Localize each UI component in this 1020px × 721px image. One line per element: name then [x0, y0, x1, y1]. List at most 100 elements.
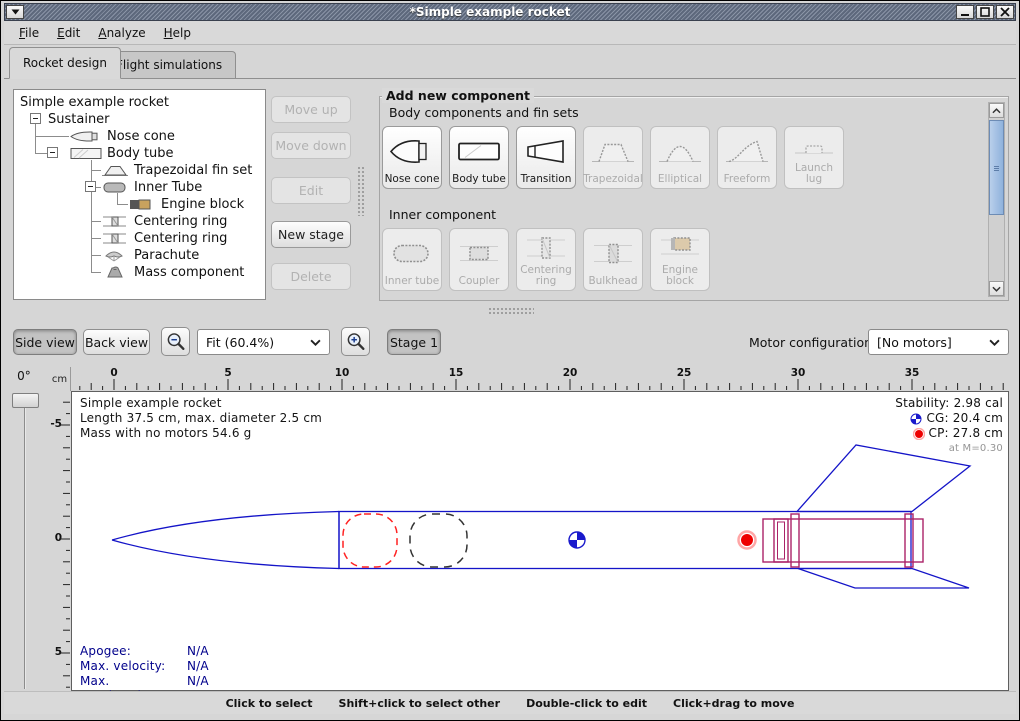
cg-legend-icon — [910, 413, 922, 425]
h-ruler-ticks — [71, 367, 1009, 391]
back-view-label: Back view — [85, 335, 148, 350]
fin-lower-shape[interactable] — [798, 569, 969, 589]
component-tree[interactable]: Simple example rocket Sustainer Nose con… — [13, 89, 266, 300]
zoom-in-button[interactable] — [341, 327, 370, 356]
tree-item-body-tube[interactable]: Body tube — [70, 145, 174, 162]
rocket-view-canvas[interactable]: Simple example rocket Length 37.5 cm, ma… — [71, 391, 1009, 691]
body-tube-icon — [70, 147, 104, 160]
add-freeform-fin-button[interactable]: Freeform — [717, 126, 777, 189]
button-label: Launch lug — [786, 163, 842, 185]
expander-sustainer[interactable] — [30, 113, 41, 124]
engine-block-icon — [657, 231, 703, 265]
tree-item-parachute[interactable]: Parachute — [102, 247, 199, 264]
add-nose-cone-button[interactable]: Nose cone — [382, 126, 442, 189]
tree-item-centering-ring-2[interactable]: Centering ring — [102, 230, 227, 247]
add-engine-block-button[interactable]: Engine block — [650, 228, 710, 291]
tab-rocket-design[interactable]: Rocket design — [9, 47, 121, 79]
tree-item-nose-cone[interactable]: Nose cone — [70, 128, 175, 145]
button-label: Inner tube — [385, 276, 439, 287]
move-down-label: Move down — [275, 138, 346, 153]
parachute-shape[interactable] — [343, 514, 397, 567]
side-view-button[interactable]: Side view — [13, 329, 77, 355]
scroll-down-button[interactable] — [989, 281, 1004, 296]
inner-tube-icon — [102, 181, 128, 194]
zoom-out-button[interactable] — [161, 327, 190, 356]
centering-ring-shape[interactable] — [791, 514, 799, 567]
scrollbar-thumb[interactable] — [989, 120, 1004, 215]
menu-help[interactable]: Help — [155, 23, 200, 43]
menu-edit[interactable]: Edit — [48, 23, 89, 43]
new-stage-button[interactable]: New stage — [271, 221, 351, 248]
tree-item-rocket[interactable]: Simple example rocket — [20, 94, 169, 111]
status-hint: Double-click to edit — [526, 697, 647, 710]
tab-flight-simulations[interactable]: Flight simulations — [102, 51, 236, 78]
add-trapezoidal-fin-button[interactable]: Trapezoidal — [583, 126, 643, 189]
add-centering-ring-button[interactable]: Centering ring — [516, 228, 576, 291]
tree-connector — [117, 204, 128, 205]
vertical-splitter-handle[interactable] — [357, 166, 365, 216]
tree-item-centering-ring-1[interactable]: Centering ring — [102, 213, 227, 230]
add-elliptical-fin-button[interactable]: Elliptical — [650, 126, 710, 189]
add-body-tube-button[interactable]: Body tube — [449, 126, 509, 189]
window-title: *Simple example rocket — [25, 5, 955, 19]
ruler-unit: cm — [49, 367, 71, 391]
expander-body-tube[interactable] — [47, 147, 58, 158]
minimize-icon — [960, 7, 970, 17]
max-velocity-label: Max. velocity: — [80, 659, 187, 674]
menu-file[interactable]: File — [10, 23, 48, 43]
nose-cone-shape[interactable] — [112, 512, 339, 569]
expander-inner-tube[interactable] — [85, 181, 96, 192]
tree-item-label: Centering ring — [134, 214, 227, 229]
add-transition-button[interactable]: Transition — [516, 126, 576, 189]
motor-configuration-select[interactable]: [No motors] — [868, 329, 1009, 355]
horizontal-splitter-handle[interactable] — [488, 307, 534, 316]
add-coupler-button[interactable]: Coupler — [449, 228, 509, 291]
tree-item-label: Simple example rocket — [20, 95, 169, 110]
move-down-button[interactable]: Move down — [271, 132, 351, 159]
tree-item-inner-tube[interactable]: Inner Tube — [102, 179, 202, 196]
centering-ring-icon — [102, 232, 128, 245]
tree-item-engine-block[interactable]: Engine block — [129, 196, 244, 213]
status-hint: Shift+click to select other — [339, 697, 501, 710]
nose-cone-icon — [389, 129, 435, 174]
tree-item-fin-set[interactable]: Trapezoidal fin set — [102, 162, 252, 179]
window-menu-button[interactable] — [6, 5, 24, 19]
max-velocity-value: N/A — [187, 659, 209, 674]
mass-component-shape[interactable] — [410, 514, 467, 567]
stage-1-button[interactable]: Stage 1 — [387, 329, 441, 355]
add-bulkhead-button[interactable]: Bulkhead — [583, 228, 643, 291]
tree-item-sustainer[interactable]: Sustainer — [48, 111, 110, 128]
edit-button[interactable]: Edit — [271, 177, 351, 204]
zoom-in-icon — [345, 331, 367, 353]
maximize-icon — [980, 7, 990, 17]
maximize-button[interactable] — [976, 5, 994, 19]
body-tube-shape[interactable] — [339, 512, 911, 569]
component-scrollbar[interactable] — [988, 102, 1005, 297]
move-up-button[interactable]: Move up — [271, 96, 351, 123]
rotation-slider-handle[interactable] — [12, 393, 39, 408]
tree-item-label: Parachute — [134, 248, 199, 263]
scroll-up-button[interactable] — [989, 103, 1004, 118]
stability-value: Stability: 2.98 cal — [895, 396, 1003, 411]
tree-item-mass-component[interactable]: Mass component — [102, 264, 244, 281]
zoom-select[interactable]: Fit (60.4%) — [197, 329, 330, 355]
rotation-slider-track[interactable] — [24, 393, 26, 689]
close-icon — [1000, 7, 1010, 17]
tree-item-label: Body tube — [107, 146, 174, 161]
engine-block-shape[interactable] — [774, 519, 788, 562]
add-launch-lug-button[interactable]: Launch lug — [784, 126, 844, 189]
tab-flight-simulations-label: Flight simulations — [116, 58, 222, 72]
delete-button[interactable]: Delete — [271, 263, 351, 290]
edit-label: Edit — [299, 183, 323, 198]
close-button[interactable] — [996, 5, 1014, 19]
tree-connector — [35, 153, 47, 154]
inner-tube-shape[interactable] — [763, 519, 923, 562]
tree-connector — [91, 272, 101, 273]
apogee-value: N/A — [187, 644, 209, 659]
back-view-button[interactable]: Back view — [83, 329, 150, 355]
centering-ring-shape[interactable] — [905, 514, 913, 567]
minimize-button[interactable] — [956, 5, 974, 19]
add-inner-tube-button[interactable]: Inner tube — [382, 228, 442, 291]
menu-analyze[interactable]: Analyze — [89, 23, 154, 43]
status-hint: Click+drag to move — [673, 697, 794, 710]
